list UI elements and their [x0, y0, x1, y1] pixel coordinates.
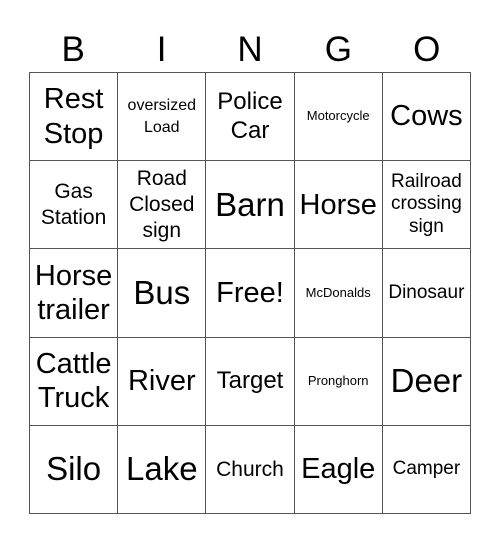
bingo-cell[interactable]: Target — [206, 337, 295, 426]
bingo-cell[interactable]: Pronghorn — [294, 337, 383, 426]
bingo-cell[interactable]: Dinosaur — [382, 249, 471, 338]
bingo-cell-label: Cattle Truck — [35, 347, 112, 415]
bingo-cell-label: Camper — [392, 457, 461, 479]
bingo-cell-label: Road Closed sign — [129, 167, 195, 242]
bingo-cell[interactable]: Barn — [206, 161, 295, 250]
header-letter-o: O — [413, 30, 441, 69]
bingo-cell[interactable]: Horse — [294, 161, 383, 250]
bingo-cell-label: Free! — [216, 276, 284, 309]
header-letter-i: I — [156, 30, 167, 69]
bingo-cell-label: Eagle — [301, 453, 376, 486]
bingo-cell-label: Target — [216, 366, 284, 394]
bingo-cell[interactable]: McDonalds — [294, 249, 383, 338]
bingo-cell[interactable]: Horse trailer — [30, 249, 119, 338]
bingo-cell[interactable]: Cattle Truck — [30, 337, 119, 426]
header-letter-g: G — [324, 30, 352, 69]
bingo-cell[interactable]: Rest Stop — [30, 73, 119, 162]
bingo-cell[interactable]: Camper — [382, 425, 471, 514]
free-space-cell[interactable]: Free! — [206, 249, 295, 338]
bingo-cell-label: Dinosaur — [388, 281, 465, 303]
bingo-cell-label: Police Car — [217, 87, 283, 144]
bingo-cell-label: McDonalds — [305, 284, 371, 300]
bingo-cell-label: Church — [216, 457, 284, 481]
bingo-cell[interactable]: oversized Load — [118, 73, 207, 162]
bingo-cell-label: Deer — [390, 362, 463, 400]
header-letter-b: B — [61, 30, 85, 69]
bingo-cell-label: Barn — [215, 185, 285, 223]
bingo-cell-label: Cows — [390, 100, 463, 133]
bingo-cell[interactable]: Gas Station — [30, 161, 119, 250]
bingo-cell[interactable]: Police Car — [206, 73, 295, 162]
bingo-cell-label: Bus — [133, 274, 191, 312]
bingo-cell-label: Horse trailer — [34, 259, 113, 326]
bingo-cell[interactable]: Church — [206, 425, 295, 514]
bingo-cell-label: Pronghorn — [307, 372, 369, 388]
bingo-cell[interactable]: Road Closed sign — [118, 161, 207, 250]
bingo-cell[interactable]: Railroad crossing sign — [382, 161, 471, 250]
bingo-cell[interactable]: Deer — [382, 337, 471, 426]
bingo-cell[interactable]: Motorcycle — [294, 73, 383, 162]
header-letter-n: N — [237, 30, 263, 69]
bingo-cell[interactable]: Silo — [30, 425, 119, 514]
bingo-cell-label: Motorcycle — [306, 108, 370, 124]
bingo-cell-label: Lake — [126, 450, 198, 488]
bingo-cell-label: Rest Stop — [43, 83, 104, 150]
bingo-cell[interactable]: River — [118, 337, 207, 426]
bingo-cell-label: Railroad crossing sign — [391, 170, 462, 238]
bingo-grid: Rest Stop oversized Load Police Car Motorcy… — [29, 72, 471, 514]
bingo-cell-label: oversized Load — [127, 97, 197, 136]
bingo-cell-label: Silo — [46, 450, 102, 488]
bingo-cell[interactable]: Eagle — [294, 425, 383, 514]
bingo-cell-label: River — [127, 365, 196, 398]
bingo-cell-label: Gas Station — [40, 180, 107, 229]
bingo-cell[interactable]: Bus — [118, 249, 207, 338]
bingo-cell-label: Horse — [299, 188, 377, 221]
bingo-cell[interactable]: Lake — [118, 425, 207, 514]
bingo-cell[interactable]: Cows — [382, 73, 471, 162]
bingo-header: B I N G O — [29, 28, 471, 72]
